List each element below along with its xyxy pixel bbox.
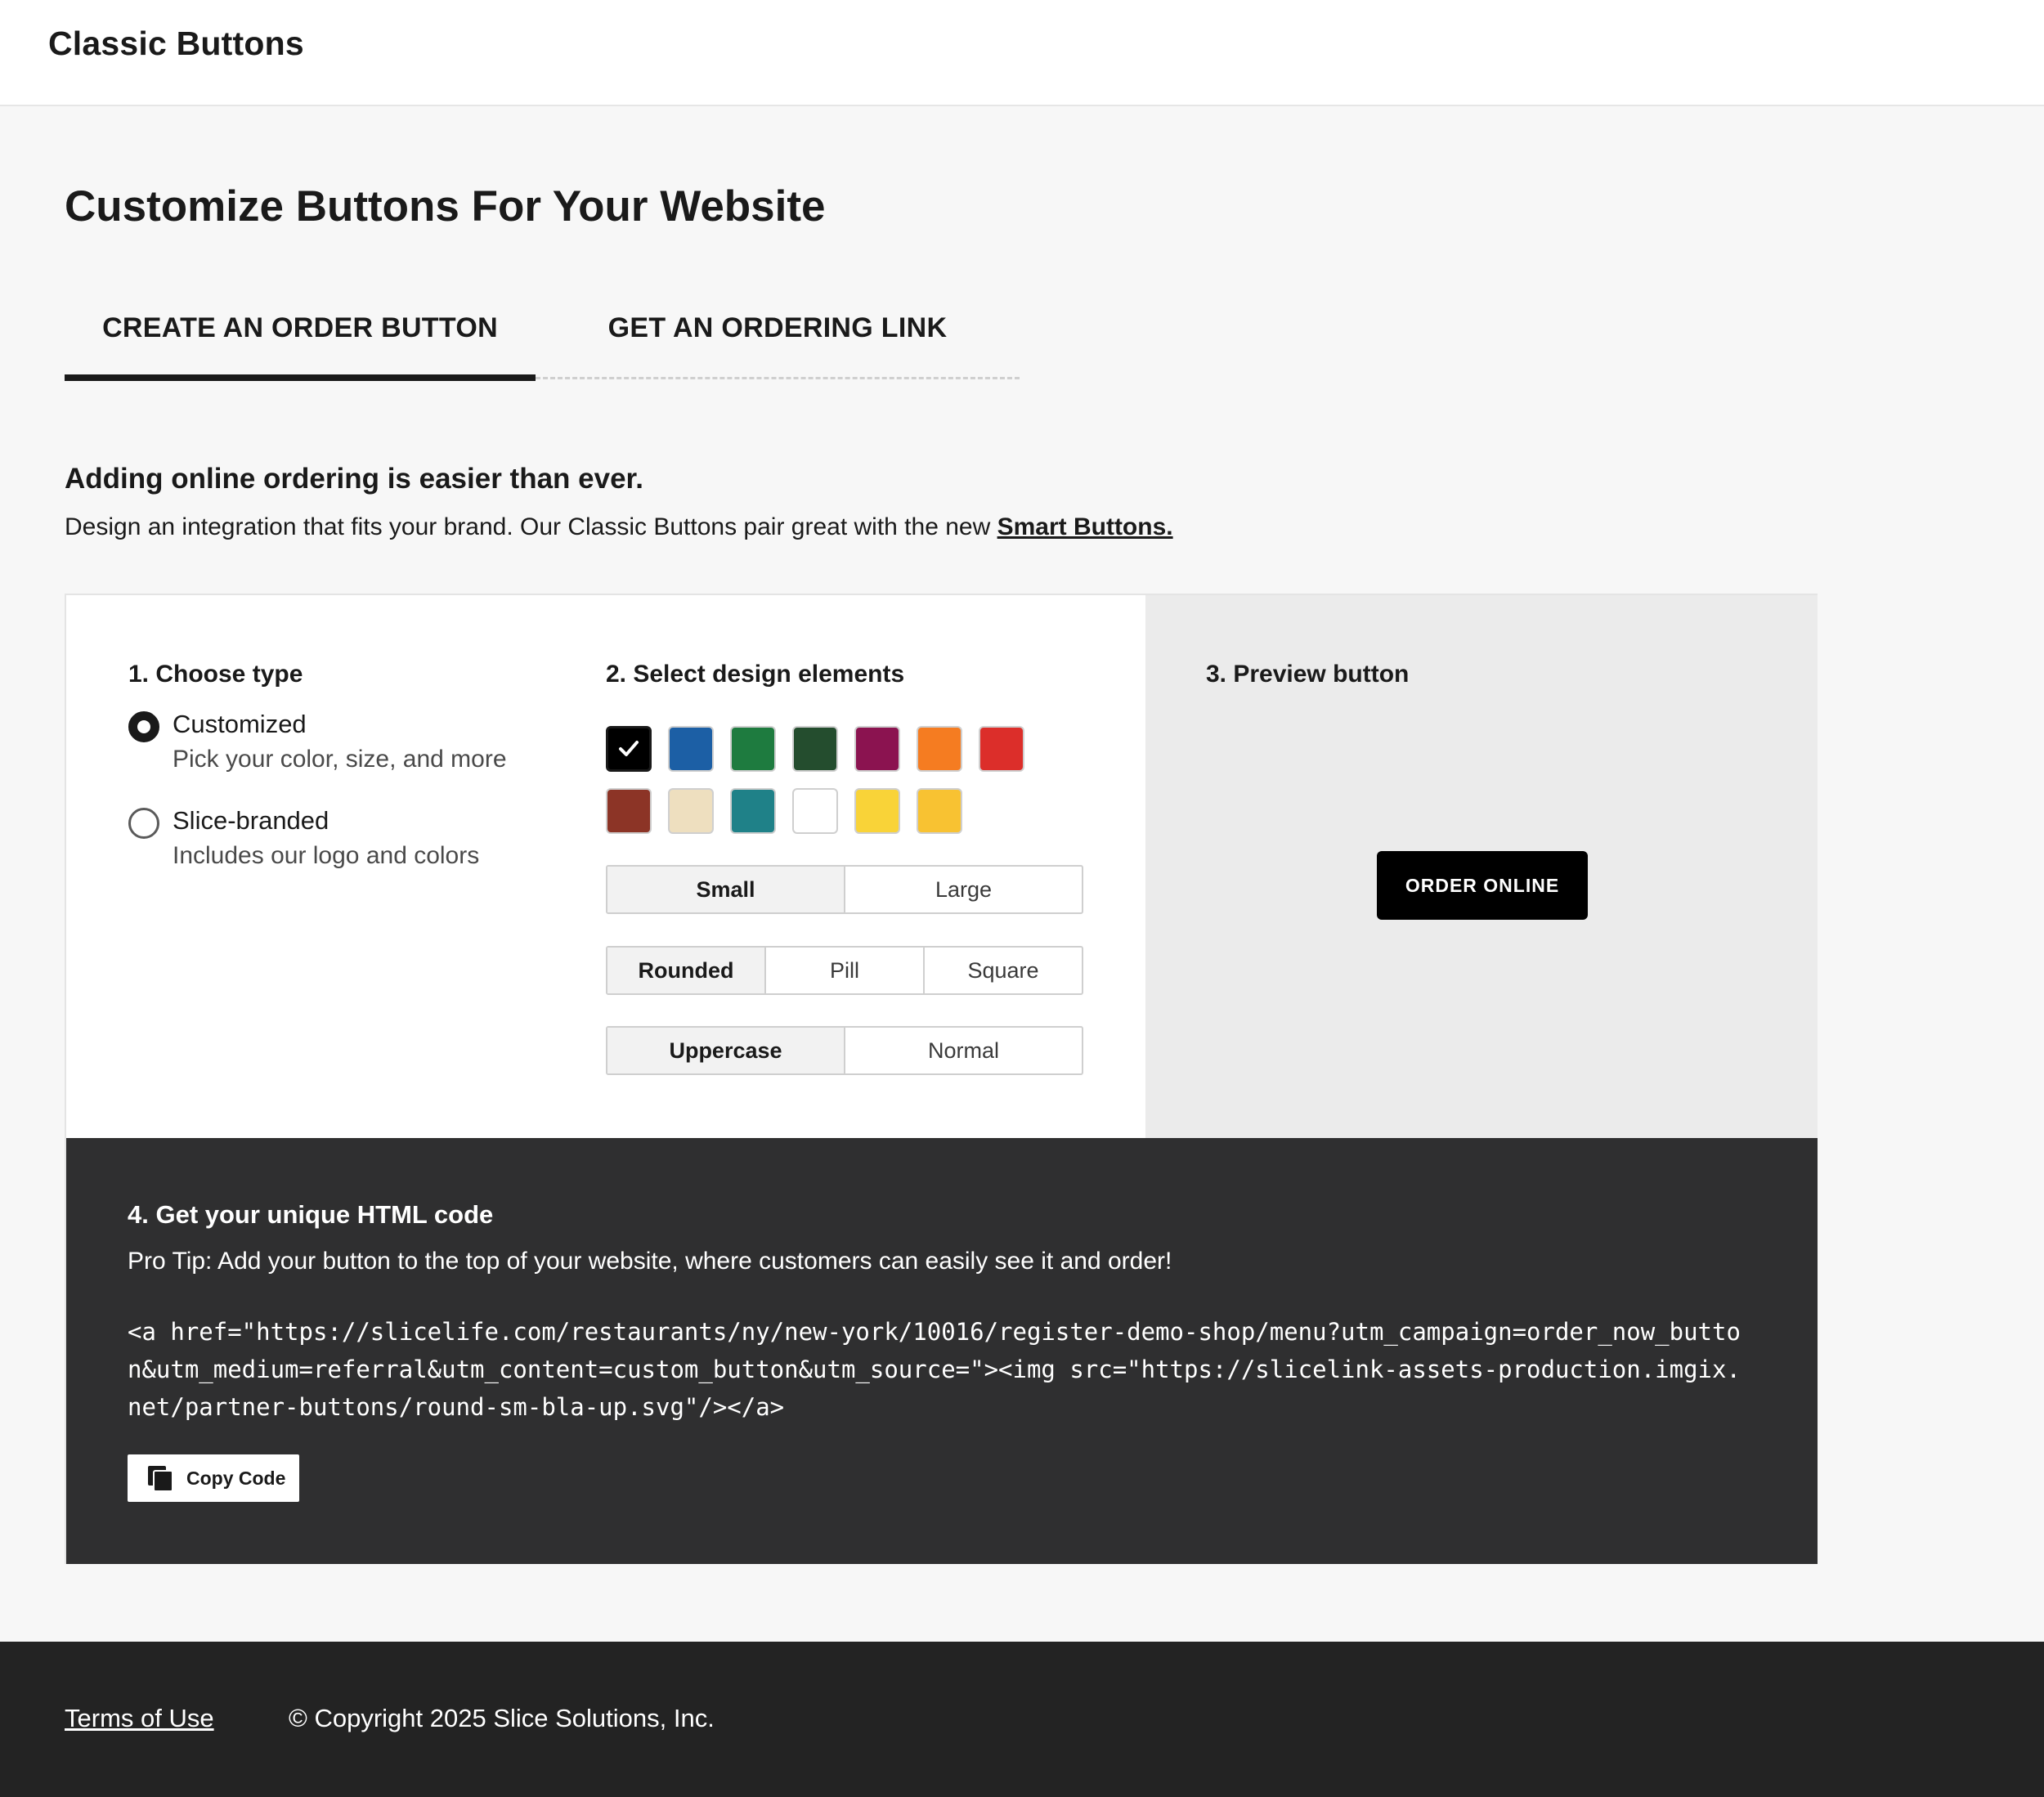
color-swatch-blue[interactable] [668, 726, 714, 772]
color-swatch-orange[interactable] [917, 726, 962, 772]
type-option-description: Pick your color, size, and more [173, 746, 507, 773]
step3-title: 3. Preview button [1206, 661, 1410, 688]
intro-heading: Adding online ordering is easier than ev… [65, 463, 643, 495]
color-swatch-dark-green[interactable] [792, 726, 838, 772]
shape-square-option[interactable]: Square [925, 948, 1082, 993]
color-swatch-white[interactable] [792, 788, 838, 834]
top-header: Classic Buttons [0, 0, 2044, 106]
terms-of-use-link[interactable]: Terms of Use [65, 1704, 214, 1733]
shape-rounded-option[interactable]: Rounded [607, 948, 766, 993]
copy-code-label: Copy Code [186, 1467, 286, 1489]
shape-pill-option[interactable]: Pill [766, 948, 925, 993]
copyright-text: © Copyright 2025 Slice Solutions, Inc. [289, 1704, 715, 1732]
radio-customized[interactable] [128, 711, 159, 742]
intro-text: Design an integration that fits your bra… [65, 513, 1173, 541]
type-option-label: Slice-branded [173, 806, 329, 835]
case-uppercase-option[interactable]: Uppercase [607, 1028, 845, 1073]
html-code-snippet[interactable]: <a href="https://slicelife.com/restauran… [128, 1313, 1746, 1426]
color-swatch-gold[interactable] [917, 788, 962, 834]
tab-bar: CREATE AN ORDER BUTTON GET AN ORDERING L… [65, 294, 1020, 384]
color-swatch-teal[interactable] [730, 788, 776, 834]
checkmark-icon [619, 741, 639, 756]
copy-icon [148, 1466, 173, 1492]
footer: Terms of Use © Copyright 2025 Slice Solu… [0, 1642, 2044, 1797]
color-swatch-brown[interactable] [606, 788, 652, 834]
intro-text-body: Design an integration that fits your bra… [65, 513, 997, 540]
color-swatch-red[interactable] [979, 726, 1024, 772]
copy-code-button[interactable]: Copy Code [128, 1454, 299, 1502]
step4-title: 4. Get your unique HTML code [128, 1200, 494, 1229]
options-panel: 1. Choose type Customized Pick your colo… [66, 595, 1145, 1138]
color-swatch-cream[interactable] [668, 788, 714, 834]
size-selector: Small Large [606, 865, 1083, 914]
tab-create-order-button[interactable]: CREATE AN ORDER BUTTON [65, 294, 536, 381]
smart-buttons-link[interactable]: Smart Buttons. [997, 513, 1173, 540]
type-option-description: Includes our logo and colors [173, 842, 480, 869]
size-small-option[interactable]: Small [607, 867, 845, 912]
pro-tip-text: Pro Tip: Add your button to the top of y… [128, 1248, 1172, 1275]
case-selector: Uppercase Normal [606, 1026, 1083, 1075]
page-title: Customize Buttons For Your Website [65, 182, 826, 231]
preview-order-button[interactable]: ORDER ONLINE [1377, 851, 1588, 920]
type-option-label: Customized [173, 710, 307, 738]
app-title: Classic Buttons [48, 25, 304, 62]
step2-title: 2. Select design elements [606, 661, 905, 688]
case-normal-option[interactable]: Normal [845, 1028, 1082, 1073]
color-swatch-yellow[interactable] [854, 788, 900, 834]
color-swatch-green[interactable] [730, 726, 776, 772]
radio-slice-branded[interactable] [128, 808, 159, 839]
step1-title: 1. Choose type [128, 661, 303, 688]
color-swatch-black[interactable] [606, 726, 652, 772]
shape-selector: Rounded Pill Square [606, 946, 1083, 995]
size-large-option[interactable]: Large [845, 867, 1082, 912]
tab-get-ordering-link[interactable]: GET AN ORDERING LINK [536, 294, 1020, 379]
color-swatch-magenta[interactable] [854, 726, 900, 772]
